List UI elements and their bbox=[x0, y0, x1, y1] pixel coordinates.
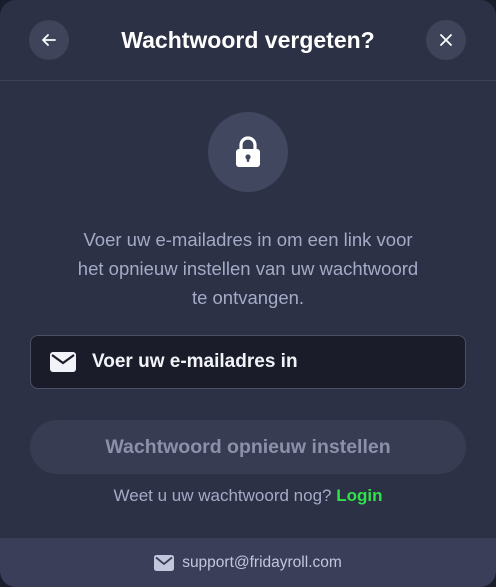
login-prompt: Weet u uw wachtwoord nog? Login bbox=[0, 486, 496, 512]
instructions-text: Voer uw e-mailadres in om een link voor … bbox=[20, 225, 476, 312]
lock-badge bbox=[208, 112, 288, 192]
login-prompt-text: Weet u uw wachtwoord nog? bbox=[113, 486, 332, 505]
reset-password-button[interactable]: Wachtwoord opnieuw instellen bbox=[30, 420, 466, 474]
back-button[interactable] bbox=[29, 20, 69, 60]
instructions-line-1: Voer uw e-mailadres in om een link voor bbox=[83, 229, 413, 250]
instructions-line-3: te ontvangen. bbox=[191, 287, 305, 308]
instructions-line-2: het opnieuw instellen van uw wachtwoord bbox=[77, 258, 419, 279]
modal-header: Wachtwoord vergeten? bbox=[0, 0, 496, 81]
login-link[interactable]: Login bbox=[336, 486, 382, 505]
email-field[interactable]: Voer uw e-mailadres in bbox=[30, 335, 466, 389]
email-placeholder: Voer uw e-mailadres in bbox=[92, 351, 298, 372]
envelope-icon bbox=[50, 352, 76, 372]
close-icon bbox=[440, 34, 452, 46]
modal-title: Wachtwoord vergeten? bbox=[121, 27, 375, 53]
forgot-password-modal: Wachtwoord vergeten? Voer uw e-mailadres… bbox=[0, 0, 496, 587]
close-button[interactable] bbox=[426, 20, 466, 60]
lock-icon bbox=[236, 136, 260, 167]
support-footer: support@fridayroll.com bbox=[0, 538, 496, 587]
envelope-icon bbox=[154, 554, 175, 571]
arrow-left-icon bbox=[42, 34, 56, 46]
support-email-link[interactable]: support@fridayroll.com bbox=[182, 554, 342, 572]
